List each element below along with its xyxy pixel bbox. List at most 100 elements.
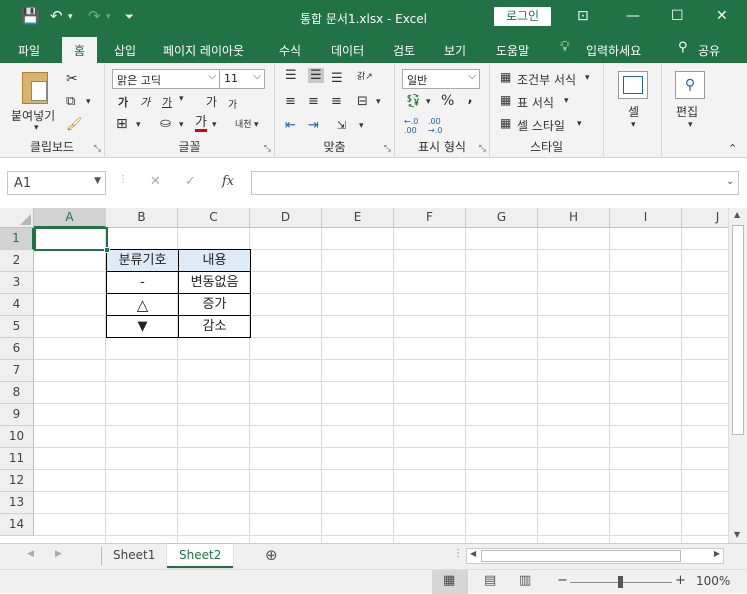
maximize-icon[interactable]: ☐ <box>671 8 684 24</box>
lightbulb-icon[interactable]: 💡︎ <box>560 39 570 55</box>
row-header-6[interactable]: 6 <box>0 338 34 360</box>
cut-icon[interactable]: ✂ <box>66 71 78 87</box>
formula-input[interactable] <box>251 171 739 195</box>
row-header-4[interactable]: 4 <box>0 294 34 316</box>
sheet-tab-sheet1[interactable]: Sheet1 <box>101 544 167 568</box>
row-header-10[interactable]: 10 <box>0 426 34 448</box>
increase-indent-icon[interactable]: ⇥ <box>308 118 319 133</box>
cell-C4[interactable]: 증가 <box>178 293 251 316</box>
scroll-tabs-right-icon[interactable]: ▶ <box>55 549 62 559</box>
redo-icon[interactable]: ↷ <box>88 7 101 25</box>
tell-me-input[interactable]: 입력하세요 <box>586 42 641 59</box>
font-color-dropdown-icon[interactable]: ▾ <box>212 120 217 130</box>
tab-split-icon[interactable]: ⋮ <box>453 548 463 559</box>
cell-B4[interactable]: △ <box>106 293 179 316</box>
fill-handle[interactable] <box>104 247 110 253</box>
grow-font-button[interactable]: 가 <box>206 93 217 110</box>
horizontal-scroll-thumb[interactable] <box>481 550 681 562</box>
cell-C3[interactable]: 변동없음 <box>178 271 251 294</box>
cell-B3[interactable]: - <box>106 271 179 294</box>
tab-formulas[interactable]: 수식 <box>279 42 301 59</box>
row-header-3[interactable]: 3 <box>0 272 34 294</box>
enter-icon[interactable]: ✓ <box>185 174 196 189</box>
close-icon[interactable]: ✕ <box>716 8 728 24</box>
login-button[interactable]: 로그인 <box>494 7 551 26</box>
row-header-1[interactable]: 1 <box>0 228 34 250</box>
font-color-icon[interactable]: 가 <box>195 116 207 132</box>
undo-icon[interactable]: ↶ <box>50 7 63 25</box>
clipboard-launcher-icon[interactable]: ⤡ <box>94 144 101 154</box>
expand-formula-bar-icon[interactable]: ⌄ <box>726 176 734 187</box>
row-header-5[interactable]: 5 <box>0 316 34 338</box>
tab-view[interactable]: 보기 <box>444 42 466 59</box>
column-header-D[interactable]: D <box>250 208 322 228</box>
row-header-7[interactable]: 7 <box>0 360 34 382</box>
increase-decimal-button[interactable]: ←.0 .00 <box>404 117 418 135</box>
horizontal-scrollbar[interactable]: ◀ ▶ <box>466 548 724 564</box>
scroll-left-icon[interactable]: ◀ <box>470 549 476 558</box>
column-header-A[interactable]: A <box>34 208 106 228</box>
copy-icon[interactable]: ⧉ <box>66 94 75 109</box>
collapse-ribbon-icon[interactable]: ⌃ <box>728 142 737 155</box>
tab-page-layout[interactable]: 페이지 레이아웃 <box>163 42 244 59</box>
cell-styles-button[interactable]: 셀 스타일 <box>517 117 565 134</box>
ribbon-display-options-icon[interactable]: ⊡ <box>577 8 589 24</box>
font-size-dropdown[interactable]: 11 ⌵ <box>219 69 265 89</box>
currency-dropdown-icon[interactable]: ▾ <box>426 97 431 107</box>
column-header-B[interactable]: B <box>106 208 178 228</box>
underline-dropdown-icon[interactable]: ▾ <box>179 94 184 104</box>
align-left-icon[interactable]: ≡ <box>285 94 296 109</box>
bold-button[interactable]: 가 <box>118 94 128 110</box>
row-header-8[interactable]: 8 <box>0 382 34 404</box>
cell-B2[interactable]: 분류기호 <box>106 249 179 272</box>
vertical-scroll-thumb[interactable] <box>732 225 744 435</box>
zoom-in-button[interactable]: + <box>675 573 686 588</box>
page-break-view-icon[interactable]: ▥ <box>519 573 531 588</box>
zoom-out-button[interactable]: − <box>557 573 568 588</box>
decrease-decimal-button[interactable]: .00 →.0 <box>428 117 442 135</box>
tab-help[interactable]: 도움말 <box>496 42 529 59</box>
wrap-text-icon[interactable]: ⇲ <box>337 119 346 132</box>
number-launcher-icon[interactable]: ⤡ <box>479 144 486 154</box>
cells-button[interactable]: 셀 <box>628 103 639 120</box>
paste-dropdown-icon[interactable]: ▾ <box>34 123 39 133</box>
fill-color-dropdown-icon[interactable]: ▾ <box>179 120 184 130</box>
cells-icon[interactable] <box>618 71 648 99</box>
share-button[interactable]: 공유 <box>698 42 720 59</box>
cells-dropdown-icon[interactable]: ▾ <box>631 120 636 130</box>
zoom-level[interactable]: 100% <box>696 574 730 588</box>
wrap-dropdown-icon[interactable]: ▾ <box>359 121 364 131</box>
column-header-F[interactable]: F <box>394 208 466 228</box>
conditional-format-button[interactable]: 조건부 서식 <box>517 71 576 88</box>
cancel-icon[interactable]: ✕ <box>150 174 161 189</box>
redo-dropdown-icon[interactable]: ▾ <box>106 12 111 22</box>
insert-function-button[interactable]: fx <box>222 174 234 189</box>
active-cell-A1[interactable] <box>34 227 110 253</box>
zoom-slider-thumb[interactable] <box>618 576 623 588</box>
new-sheet-icon[interactable]: ⊕ <box>265 546 278 564</box>
page-layout-view-icon[interactable]: ▤ <box>484 573 496 588</box>
row-header-12[interactable]: 12 <box>0 470 34 492</box>
sheet-tab-sheet2[interactable]: Sheet2 <box>167 544 234 568</box>
editing-dropdown-icon[interactable]: ▾ <box>688 120 693 130</box>
tab-file[interactable]: 파일 <box>18 42 40 59</box>
italic-button[interactable]: 가 <box>140 94 150 110</box>
shrink-font-button[interactable]: 가 <box>228 96 237 111</box>
borders-icon[interactable]: ⊞ <box>116 116 128 132</box>
align-right-icon[interactable]: ≡ <box>331 94 342 109</box>
search-icon[interactable]: ⚲ <box>675 71 705 99</box>
column-header-I[interactable]: I <box>610 208 682 228</box>
tab-home[interactable]: 홈 <box>62 37 98 63</box>
tab-insert[interactable]: 삽입 <box>114 42 136 59</box>
cell-styles-dropdown-icon[interactable]: ▾ <box>577 119 582 129</box>
row-header-9[interactable]: 9 <box>0 404 34 426</box>
percent-button[interactable]: % <box>441 93 454 109</box>
align-top-icon[interactable]: ☰ <box>285 68 297 83</box>
align-center-icon[interactable]: ≡ <box>308 94 319 109</box>
save-icon[interactable]: 💾 <box>21 7 40 25</box>
editing-button[interactable]: 편집 <box>676 103 698 120</box>
scroll-right-icon[interactable]: ▶ <box>714 549 720 558</box>
alignment-launcher-icon[interactable]: ⤡ <box>384 144 391 154</box>
select-all-button[interactable] <box>0 208 34 228</box>
paste-icon[interactable] <box>22 72 48 104</box>
